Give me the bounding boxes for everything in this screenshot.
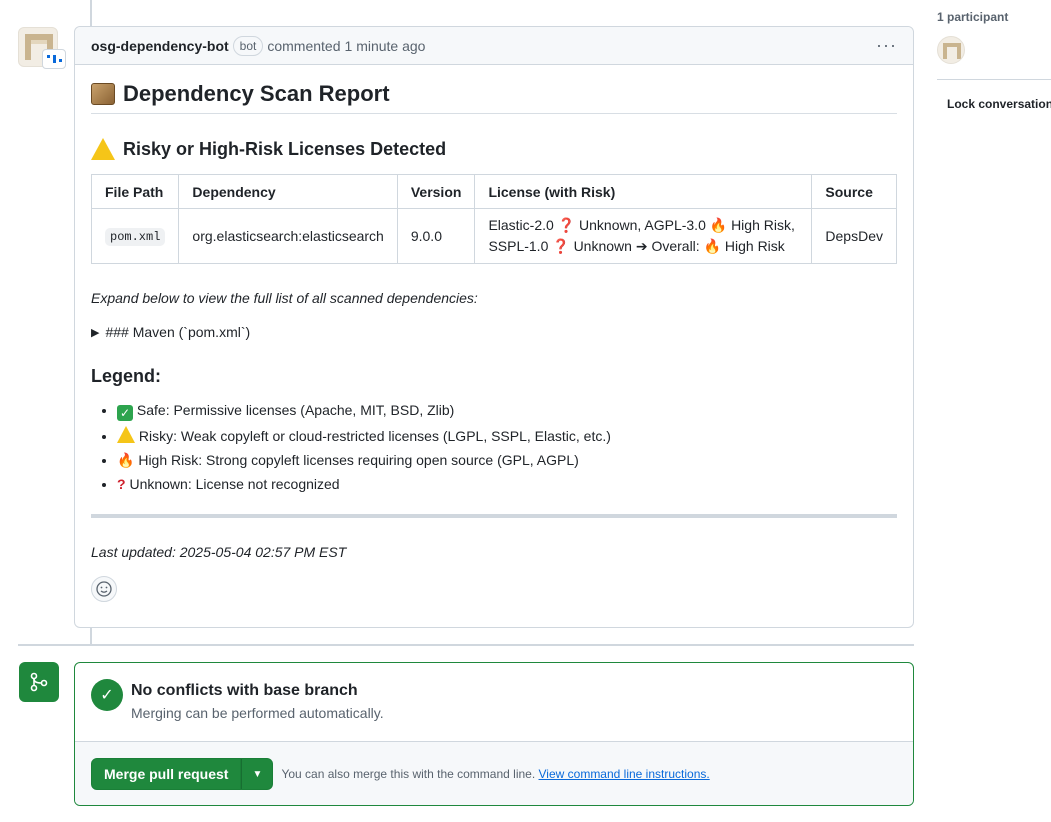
merge-hint: You can also merge this with the command… — [281, 767, 709, 781]
cell-dependency: org.elasticsearch:elasticsearch — [178, 208, 398, 264]
column-header: Source — [811, 174, 897, 209]
table-row: pom.xml org.elasticsearch:elasticsearch … — [90, 208, 897, 264]
command-line-instructions-link[interactable]: View command line instructions. — [539, 767, 710, 781]
column-header: File Path — [90, 174, 180, 209]
comment-action: commented — [267, 37, 341, 54]
triangle-right-icon: ▶ — [91, 326, 100, 339]
legend-text: High Risk: Strong copyleft licenses requ… — [138, 452, 579, 468]
participant-avatar[interactable] — [937, 36, 965, 64]
column-header: Version — [396, 174, 476, 209]
list-item: ? Unknown: License not recognized — [117, 475, 897, 494]
cell-source: DepsDev — [811, 208, 897, 264]
comment-body: Dependency Scan Report Risky or High-Ris… — [75, 65, 913, 602]
lock-conversation-label: Lock conversation — [947, 97, 1051, 111]
license-table: File Path Dependency Version License (wi… — [90, 174, 897, 264]
cell-version: 9.0.0 — [396, 208, 476, 264]
list-item: ✓ Safe: Permissive licenses (Apache, MIT… — [117, 401, 897, 421]
timeline-line — [90, 627, 92, 645]
sidebar-divider — [937, 79, 1051, 80]
column-header: License (with Risk) — [474, 174, 813, 209]
warning-icon — [91, 138, 115, 160]
table-header-row: File Path Dependency Version License (wi… — [90, 174, 897, 209]
legend-text: Risky: Weak copyleft or cloud-restricted… — [138, 428, 611, 444]
legend-list: ✓ Safe: Permissive licenses (Apache, MIT… — [91, 401, 897, 494]
column-header: Dependency — [178, 174, 398, 209]
list-item: 🔥 High Risk: Strong copyleft licenses re… — [117, 451, 897, 470]
timeline-divider — [18, 644, 914, 646]
merge-hint-text: You can also merge this with the command… — [281, 767, 536, 781]
last-updated: Last updated: 2025-05-04 02:57 PM EST — [91, 544, 347, 560]
report-title-text: Dependency Scan Report — [123, 81, 390, 106]
cell-license: Elastic-2.0 ❓ Unknown, AGPL-3.0 🔥 High R… — [474, 208, 813, 264]
bot-badge: bot — [232, 35, 264, 56]
section-divider — [91, 514, 897, 518]
merge-box: ✓ No conflicts with base branch Merging … — [74, 662, 914, 806]
legend-text: Unknown: License not recognized — [129, 476, 340, 492]
lock-conversation-button[interactable]: Lock conversation — [939, 96, 1051, 112]
check-circle-icon: ✓ — [91, 679, 123, 711]
report-title: Dependency Scan Report — [91, 81, 897, 114]
smiley-icon — [96, 581, 112, 597]
comment-header: osg-dependency-bot bot commented 1 minut… — [75, 27, 913, 65]
question-icon: ? — [117, 476, 126, 492]
fire-icon: 🔥 — [117, 452, 135, 468]
details-summary[interactable]: ▶ ### Maven (`pom.xml`) — [91, 324, 897, 340]
package-icon — [91, 83, 115, 105]
list-item: Risky: Weak copyleft or cloud-restricted… — [117, 426, 897, 446]
cell-file-path: pom.xml — [90, 208, 180, 264]
warning-icon — [117, 426, 135, 443]
merge-status: ✓ No conflicts with base branch Merging … — [75, 663, 913, 742]
merge-actions: Merge pull request ▼ You can also merge … — [75, 742, 913, 805]
merge-subtitle: Merging can be performed automatically. — [131, 705, 384, 721]
comment-author[interactable]: osg-dependency-bot — [91, 38, 229, 54]
bot-app-icon — [42, 49, 66, 69]
merge-pull-request-button[interactable]: Merge pull request — [91, 758, 242, 790]
comment-timestamp[interactable]: 1 minute ago — [345, 38, 426, 54]
add-reaction-button[interactable] — [91, 576, 117, 602]
merge-title: No conflicts with base branch — [131, 682, 358, 699]
participants-label: 1 participant — [937, 10, 1009, 24]
expand-note: Expand below to view the full list of al… — [91, 290, 478, 306]
git-merge-icon — [19, 662, 59, 702]
legend-heading: Legend: — [91, 366, 161, 386]
details-summary-text: ### Maven (`pom.xml`) — [105, 324, 251, 340]
file-path-code: pom.xml — [105, 227, 166, 246]
legend-text: Safe: Permissive licenses (Apache, MIT, … — [136, 402, 455, 418]
risk-heading: Risky or High-Risk Licenses Detected — [91, 138, 897, 160]
comment-box: osg-dependency-bot bot commented 1 minut… — [74, 26, 914, 628]
chevron-down-icon[interactable]: ▼ — [241, 758, 274, 790]
merge-button-group: Merge pull request ▼ — [91, 758, 274, 790]
risk-heading-text: Risky or High-Risk Licenses Detected — [123, 138, 447, 159]
check-icon: ✓ — [117, 405, 133, 421]
kebab-horizontal-icon[interactable]: ··· — [876, 35, 897, 56]
timeline-line — [90, 0, 92, 26]
